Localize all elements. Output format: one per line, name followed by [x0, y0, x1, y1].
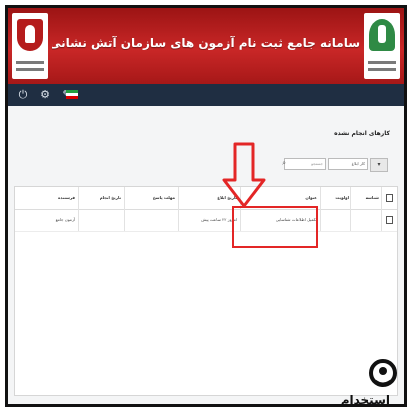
column-header-id[interactable]: شناسه	[353, 187, 379, 209]
brand-wordmark: استخدام	[340, 393, 390, 407]
settings-icon[interactable]: ⚙	[38, 88, 52, 102]
site-title: سامانه جامع ثبت نام آزمون های سازمان آتش…	[52, 36, 360, 50]
filter-dropdown-button[interactable]: ▾	[370, 158, 388, 172]
table-row[interactable]: تکمیل اطلاعات شناسایی امروز ۲۲ ساعت پیش …	[15, 209, 397, 232]
screenshot-frame: سامانه جامع ثبت نام آزمون های سازمان آتش…	[5, 5, 407, 407]
select-all-checkbox[interactable]	[386, 194, 393, 202]
site-header: سامانه جامع ثبت نام آزمون های سازمان آتش…	[8, 8, 404, 84]
search-icon[interactable]: ⌕	[282, 159, 286, 168]
row-sender: آزمون جامع	[55, 217, 75, 222]
red-arrow-annotation	[222, 142, 266, 208]
column-header-priority[interactable]: اولویت	[325, 187, 349, 209]
column-header-sender[interactable]: فرستنده	[21, 187, 75, 209]
search-input[interactable]: جستجو	[284, 158, 326, 170]
fire-department-logo	[12, 13, 48, 79]
page-heading: کارهای انجام نشده	[334, 130, 390, 137]
power-icon[interactable]: ⏻	[16, 88, 30, 102]
filter-bar: ▾ کار ابلاغ جستجو ⌕	[14, 156, 398, 172]
row-checkbox[interactable]	[386, 216, 393, 224]
highlight-box	[232, 206, 318, 248]
flag-icon[interactable]	[66, 90, 78, 99]
table-header: شناسه اولویت عنوان تاریخ ابلاغ مهلت پاسخ…	[15, 187, 397, 210]
column-header-done-date[interactable]: تاریخ انجام	[81, 187, 121, 209]
column-header-deadline[interactable]: مهلت پاسخ	[127, 187, 175, 209]
tasks-table: شناسه اولویت عنوان تاریخ ابلاغ مهلت پاسخ…	[14, 186, 398, 396]
row-assign-date: امروز ۲۲ ساعت پیش	[201, 217, 237, 222]
top-toolbar: ⏻ ⚙ ✎	[8, 84, 404, 106]
tehran-municipality-logo	[364, 13, 400, 79]
status-select[interactable]: کار ابلاغ	[328, 158, 368, 170]
